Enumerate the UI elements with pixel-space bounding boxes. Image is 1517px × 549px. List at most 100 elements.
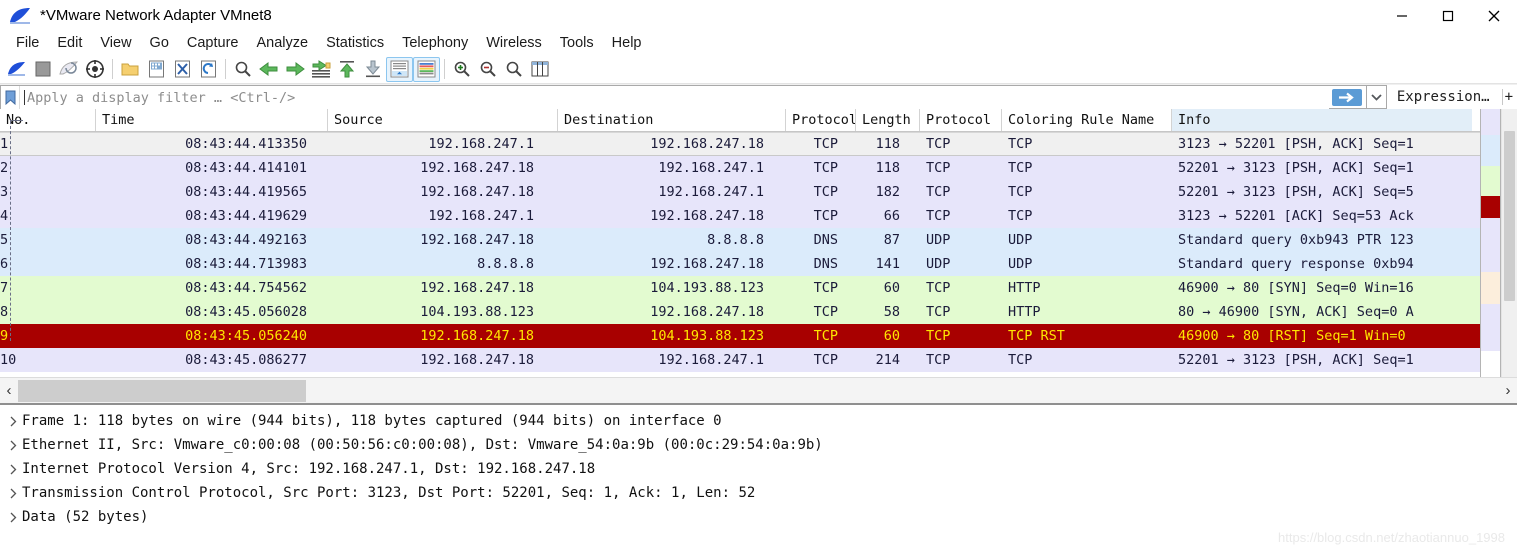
column-header-no[interactable]: No. — [0, 109, 96, 131]
column-header-time[interactable]: Time — [96, 109, 328, 131]
detail-tree-row[interactable]: Data (52 bytes) — [0, 505, 1517, 529]
capture-options-button[interactable] — [82, 56, 108, 82]
column-header-proto2[interactable]: Protocol — [920, 109, 1002, 131]
apply-filter-button[interactable] — [1328, 85, 1367, 109]
filter-history-dropdown[interactable] — [1366, 85, 1387, 109]
menu-item-go[interactable]: Go — [141, 33, 178, 54]
find-packet-button[interactable] — [230, 56, 256, 82]
cell-dst: 192.168.247.18 — [650, 136, 764, 152]
save-file-button[interactable] — [143, 56, 169, 82]
cell-time: 08:43:44.419629 — [185, 208, 307, 224]
start-capture-button[interactable] — [4, 56, 30, 82]
table-row[interactable]: 6 08:43:44.713983 8.8.8.8 192.168.247.18 DNS… — [0, 252, 1480, 276]
menu-item-view[interactable]: View — [91, 33, 140, 54]
scrollbar-track[interactable] — [18, 378, 1499, 404]
search-input[interactable]: Apply a display filter … <Ctrl-/> — [0, 85, 1329, 110]
go-forward-button[interactable] — [282, 56, 308, 82]
scrollbar-thumb[interactable] — [18, 379, 306, 402]
chevron-right-icon[interactable] — [4, 488, 22, 499]
chevron-right-icon[interactable] — [4, 512, 22, 523]
menu-item-tools[interactable]: Tools — [551, 33, 603, 54]
cell-color: TCP — [1008, 184, 1033, 200]
cell-info: 3123 → 52201 [ACK] Seq=53 Ack — [1178, 208, 1414, 224]
column-header-proto[interactable]: Protocol — [786, 109, 856, 131]
menu-item-analyze[interactable]: Analyze — [247, 33, 317, 54]
packet-list-minimap[interactable] — [1480, 109, 1501, 377]
bookmark-icon[interactable] — [1, 86, 20, 109]
chevron-right-icon[interactable] — [4, 464, 22, 475]
chevron-right-icon[interactable] — [4, 440, 22, 451]
detail-tree-row[interactable]: Ethernet II, Src: Vmware_c0:00:08 (00:50… — [0, 433, 1517, 457]
detail-tree-label: Frame 1: 118 bytes on wire (944 bits), 1… — [22, 413, 722, 429]
restart-capture-button[interactable] — [56, 56, 82, 82]
auto-scroll-button[interactable] — [386, 56, 413, 82]
stop-capture-button[interactable] — [30, 56, 56, 82]
window-title: *VMware Network Adapter VMnet8 — [40, 7, 272, 24]
packet-rows: 1 08:43:44.413350 192.168.247.1 192.168.247… — [0, 132, 1480, 372]
reload-file-button[interactable] — [195, 56, 221, 82]
table-row[interactable]: 5 08:43:44.492163 192.168.247.18 8.8.8.8 DNS… — [0, 228, 1480, 252]
menu-item-telephony[interactable]: Telephony — [393, 33, 477, 54]
cell-src: 192.168.247.18 — [420, 352, 534, 368]
cell-time: 08:43:45.056028 — [185, 304, 307, 320]
menu-item-file[interactable]: File — [7, 33, 48, 54]
table-row[interactable]: 10 08:43:45.086277 192.168.247.18 192.168.2… — [0, 348, 1480, 372]
go-last-packet-button[interactable] — [360, 56, 386, 82]
open-file-button[interactable] — [117, 56, 143, 82]
menu-item-wireless[interactable]: Wireless — [477, 33, 551, 54]
window-controls — [1379, 0, 1517, 31]
cell-len: 141 — [875, 256, 900, 272]
normal-size-button[interactable] — [501, 56, 527, 82]
zoom-in-button[interactable] — [449, 56, 475, 82]
cell-proto: TCP — [813, 184, 838, 200]
menu-item-statistics[interactable]: Statistics — [317, 33, 393, 54]
column-header-color[interactable]: Coloring Rule Name — [1002, 109, 1172, 131]
cell-no: 3 — [0, 184, 9, 200]
detail-tree-row[interactable]: Transmission Control Protocol, Src Port:… — [0, 481, 1517, 505]
cell-dst: 192.168.247.18 — [650, 304, 764, 320]
resize-columns-button[interactable] — [527, 56, 553, 82]
menu-item-edit[interactable]: Edit — [48, 33, 91, 54]
table-row[interactable]: 3 08:43:44.419565 192.168.247.18 192.168.24… — [0, 180, 1480, 204]
table-row[interactable]: 4 08:43:44.419629 192.168.247.1 192.168.247… — [0, 204, 1480, 228]
cell-time: 08:43:44.419565 — [185, 184, 307, 200]
detail-tree-row[interactable]: Frame 1: 118 bytes on wire (944 bits), 1… — [0, 409, 1517, 433]
packet-list-vertical-scrollbar[interactable] — [1501, 109, 1517, 377]
menu-item-help[interactable]: Help — [603, 33, 651, 54]
cell-color: TCP RST — [1008, 328, 1065, 344]
scroll-right-arrow-icon[interactable]: › — [1499, 382, 1517, 399]
column-header-dst[interactable]: Destination — [558, 109, 786, 131]
scroll-left-arrow-icon[interactable]: ‹ — [0, 382, 18, 399]
cell-proto2: TCP — [926, 160, 951, 176]
table-row[interactable]: 9 08:43:45.056240 192.168.247.18 104.193.88… — [0, 324, 1480, 348]
cell-src: 8.8.8.8 — [477, 256, 534, 272]
cell-time: 08:43:44.413350 — [185, 136, 307, 152]
toolbar-divider — [225, 59, 226, 79]
column-header-src[interactable]: Source — [328, 109, 558, 131]
close-button[interactable] — [1471, 0, 1517, 31]
table-row[interactable]: 1 08:43:44.413350 192.168.247.1 192.168.247… — [0, 132, 1480, 156]
table-row[interactable]: 2 08:43:44.414101 192.168.247.18 192.168.24… — [0, 156, 1480, 180]
go-first-packet-button[interactable] — [334, 56, 360, 82]
cell-src: 192.168.247.1 — [428, 136, 534, 152]
colorize-packets-button[interactable] — [413, 56, 440, 82]
zoom-out-button[interactable] — [475, 56, 501, 82]
filter-overflow-button[interactable]: + — [1505, 85, 1517, 109]
table-row[interactable]: 7 08:43:44.754562 192.168.247.18 104.193.88… — [0, 276, 1480, 300]
scrollbar-thumb[interactable] — [1504, 131, 1515, 301]
cell-color: HTTP — [1008, 280, 1041, 296]
table-row[interactable]: 8 08:43:45.056028 104.193.88.123 192.168.24… — [0, 300, 1480, 324]
maximize-square-icon[interactable] — [1425, 0, 1471, 31]
go-back-button[interactable] — [256, 56, 282, 82]
minimize-button[interactable] — [1379, 0, 1425, 31]
detail-tree-row[interactable]: Internet Protocol Version 4, Src: 192.16… — [0, 457, 1517, 481]
chevron-right-icon[interactable] — [4, 416, 22, 427]
column-header-len[interactable]: Length — [856, 109, 920, 131]
column-header-info[interactable]: Info — [1172, 109, 1472, 131]
menu-item-capture[interactable]: Capture — [178, 33, 248, 54]
packet-list-horizontal-scrollbar[interactable]: ‹ › — [0, 377, 1517, 403]
close-file-button[interactable] — [169, 56, 195, 82]
cell-src: 192.168.247.18 — [420, 184, 534, 200]
go-to-packet-button[interactable] — [308, 56, 334, 82]
expression-button[interactable]: Expression… — [1387, 85, 1500, 109]
